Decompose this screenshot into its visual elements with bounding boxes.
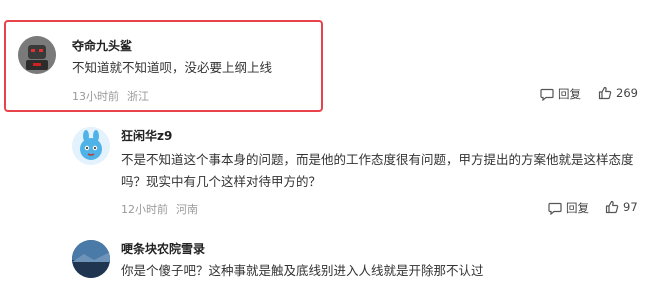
- comment-meta: 12小时前 河南: [121, 201, 198, 217]
- like-count: 97: [623, 200, 638, 214]
- avatar[interactable]: [72, 127, 110, 165]
- comment-meta: 13小时前 浙江: [72, 88, 149, 104]
- avatar[interactable]: [18, 36, 56, 74]
- comment-text: 你是个傻子吧？这种事就是触及底线别进入人线就是开除那不认过: [121, 263, 484, 278]
- thumbs-up-icon: [605, 200, 619, 214]
- reply-label: 回复: [566, 201, 589, 215]
- like-button[interactable]: 269: [598, 86, 638, 100]
- avatar[interactable]: [72, 240, 110, 278]
- reply-icon: [540, 88, 554, 101]
- cartoon-bunny-avatar-icon: [72, 127, 110, 165]
- username[interactable]: 哽条块农院雪录: [121, 240, 205, 257]
- reply-button[interactable]: 回复: [548, 200, 589, 216]
- like-count: 269: [616, 86, 638, 100]
- thumbs-up-icon: [598, 86, 612, 100]
- comment-text-line2: 吗？现实中有几个这样对待甲方的？: [121, 174, 322, 189]
- username[interactable]: 夺命九头鲨: [72, 37, 132, 54]
- comment-text: 不知道就不知道呗，没必要上纲上线: [72, 60, 273, 75]
- timestamp: 13小时前: [72, 90, 119, 103]
- location: 浙江: [127, 90, 149, 103]
- username[interactable]: 狂闲华z9: [121, 127, 172, 144]
- reply-icon: [548, 202, 562, 215]
- location: 河南: [176, 203, 198, 216]
- comment-text-line1: 不是不知道这个事本身的问题，而是他的工作态度很有问题，甲方提出的方案他就是这样态…: [121, 152, 634, 167]
- timestamp: 12小时前: [121, 203, 168, 216]
- landscape-avatar-icon: [72, 240, 110, 278]
- robot-avatar-icon: [18, 36, 56, 74]
- like-button[interactable]: 97: [605, 200, 638, 214]
- reply-label: 回复: [558, 87, 581, 101]
- reply-button[interactable]: 回复: [540, 86, 581, 102]
